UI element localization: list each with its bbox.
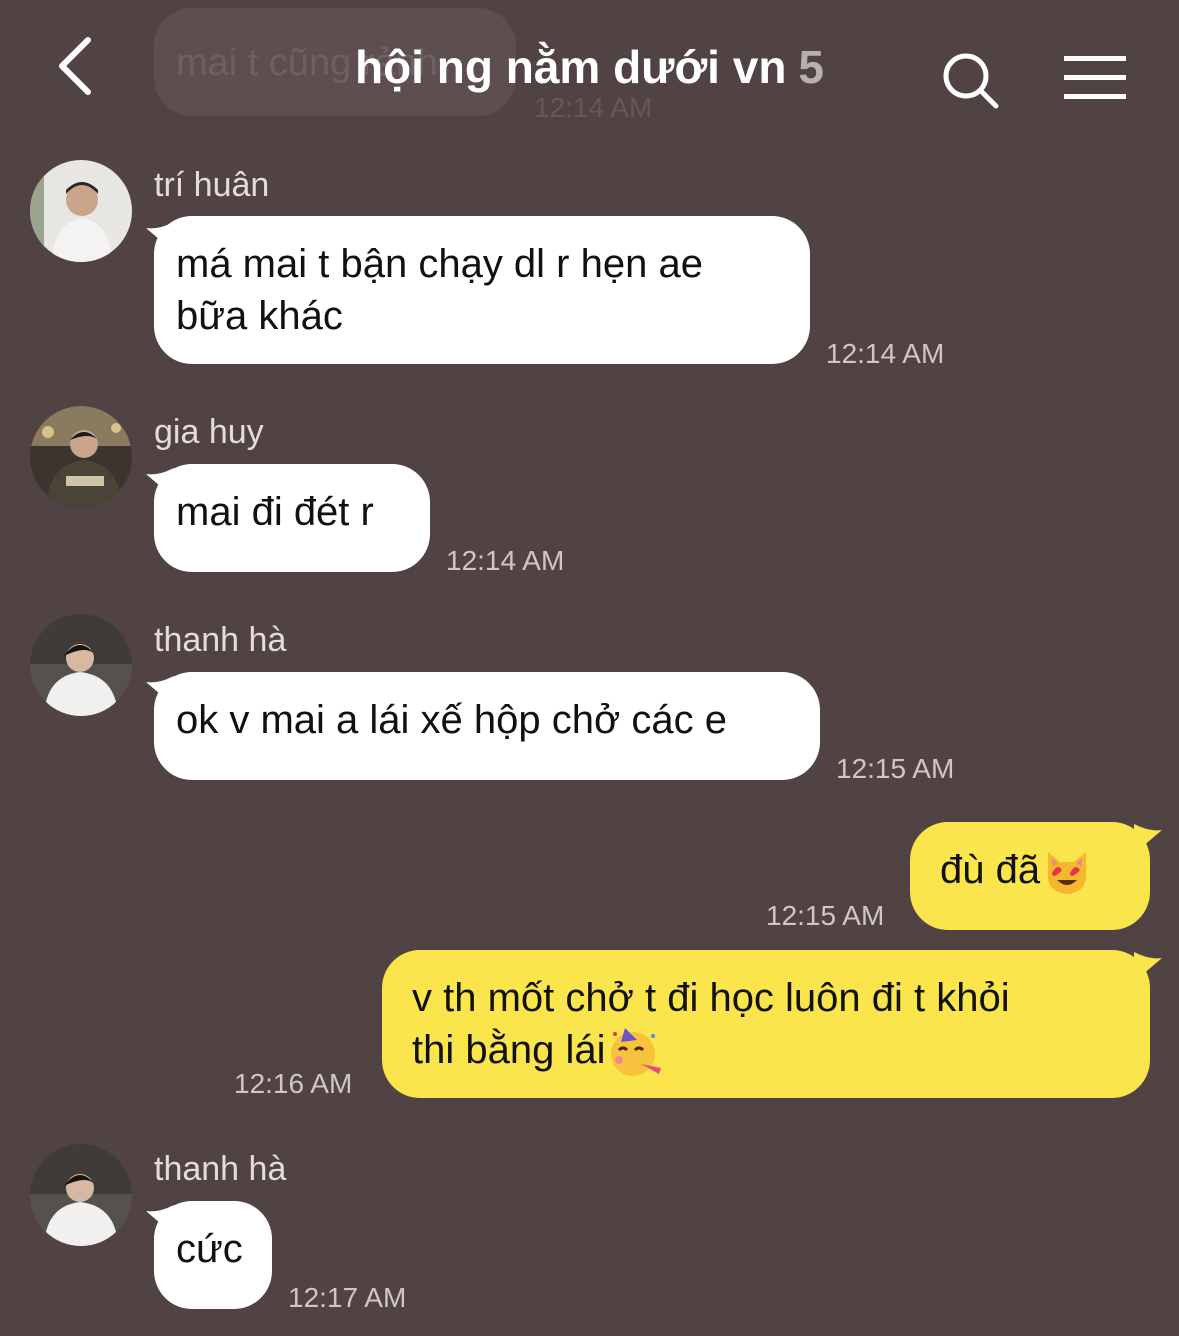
message-text: mai đi đét r [176, 490, 374, 534]
message-text-line-1: má mai t bận chạy dl r hẹn ae [176, 242, 703, 286]
sender-name: trí huân [154, 166, 270, 204]
message-bubble[interactable]: má mai t bận chạy dl r hẹn ae bữa khác [154, 216, 810, 364]
message-bubble[interactable]: cức [154, 1201, 272, 1309]
avatar-gia-huy[interactable] [30, 406, 132, 508]
message-time: 12:14 AM [826, 338, 945, 369]
heart-eyes-cat-emoji [1047, 852, 1087, 895]
sender-name: thanh hà [154, 1150, 287, 1188]
bubble-tail-own [1134, 824, 1162, 854]
avatar-tri-huan[interactable] [30, 160, 132, 262]
avatar-thanh-ha[interactable] [30, 614, 132, 716]
message-text-line-1: v th mốt chở t đi học luôn đi t khỏi [412, 976, 1010, 1020]
message-time: 12:16 AM [234, 1068, 353, 1099]
partying-face-emoji [611, 1028, 662, 1077]
message-text: cức [176, 1227, 243, 1271]
sender-name: thanh hà [154, 621, 287, 659]
message-time: 12:15 AM [836, 753, 955, 784]
message-text: ok v mai a lái xế hộp chở các e [176, 698, 727, 742]
chat-name: hội ng nằm dưới vn [354, 41, 787, 93]
hamburger-menu-icon [1064, 56, 1126, 99]
message-bubble-own[interactable]: đù đã [910, 822, 1150, 930]
search-icon [943, 53, 999, 109]
message-time: 12:14 AM [446, 545, 565, 576]
chat-title: hội ng nằm dưới vn 5 [0, 40, 1179, 94]
message-text-line-2: thi bằng lái [412, 1028, 606, 1072]
menu-button[interactable] [1062, 52, 1128, 104]
message-text: đù đã [940, 848, 1041, 892]
sender-name: gia huy [154, 413, 264, 451]
message-bubble[interactable]: mai đi đét r [154, 464, 430, 572]
message-text-line-2: bữa khác [176, 294, 343, 338]
bubble-tail-own [1134, 952, 1162, 982]
message-bubble-own[interactable]: v th mốt chở t đi học luôn đi t khỏi thi… [382, 950, 1150, 1098]
search-button[interactable] [940, 50, 1002, 110]
message-time: 12:17 AM [288, 1282, 407, 1313]
member-count: 5 [798, 41, 825, 93]
chat-header: hội ng nằm dưới vn 5 [0, 0, 1179, 130]
avatar-thanh-ha[interactable] [30, 1144, 132, 1246]
message-time: 12:15 AM [766, 900, 885, 931]
message-bubble[interactable]: ok v mai a lái xế hộp chở các e [154, 672, 820, 780]
